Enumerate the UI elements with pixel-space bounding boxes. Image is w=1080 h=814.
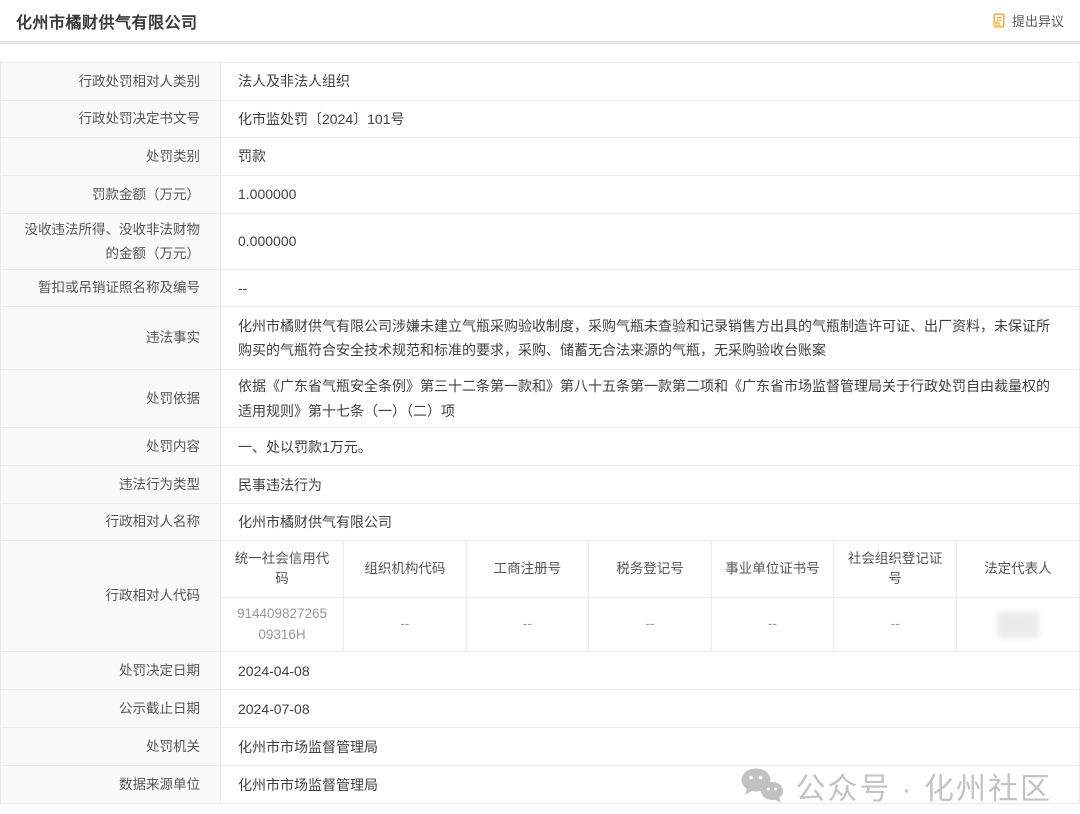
table-row: 违法行为类型 民事违法行为 (1, 466, 1079, 505)
row-value: 1.000000 (238, 186, 297, 203)
legal-representative-value (955, 596, 1079, 652)
row-value: 化州市橘财供气有限公司 (238, 514, 392, 530)
row-label: 公示截止日期 (1, 690, 221, 728)
code-value-text: -- (890, 616, 900, 632)
row-label: 数据来源单位 (1, 766, 221, 804)
row-value: 化州市市场监督管理局 (238, 776, 378, 793)
row-label: 处罚机关 (1, 728, 221, 766)
code-column-header: 社会组织登记证号 (833, 541, 957, 598)
row-label: 行政相对人代码 (1, 541, 221, 652)
row-value: 0.000000 (238, 233, 297, 250)
code-column-header: 组织机构代码 (343, 541, 467, 598)
dispute-button-label: 提出异议 (1011, 14, 1064, 29)
code-column-header: 法定代表人 (955, 541, 1079, 598)
code-column-header: 税务登记号 (588, 541, 712, 598)
entity-codes-cell: 统一社会信用代码 组织机构代码 工商注册号 税务登记号 事业单位证书号 社会组织登记证号法… (221, 541, 1079, 652)
row-value: 依据《广东省气瓶安全条例》第三十二条第一款和》第八十五条第一款第二项和《广东省市… (238, 378, 1050, 419)
entity-codes-table: 统一社会信用代码 组织机构代码 工商注册号 税务登记号 事业单位证书号 社会组织登记证号法… (221, 541, 1079, 652)
code-value: -- (465, 596, 590, 652)
code-value-text: -- (522, 616, 532, 632)
table-row: 违法事实 化州市橘财供气有限公司涉嫌未建立气瓶采购验收制度，采购气瓶未查验和记录销… (1, 307, 1079, 371)
table-row: 罚款金额（万元） 1.000000 (1, 176, 1079, 214)
row-label: 处罚内容 (1, 428, 221, 466)
row-label: 处罚依据 (1, 370, 221, 428)
penalty-info-table: 行政处罚相对人类别 法人及非法人组织 行政处罚决定书文号 化市监处罚〔2024〕101… (0, 62, 1080, 805)
table-row: 行政处罚决定书文号 化市监处罚〔2024〕101号 (1, 101, 1079, 138)
row-label: 违法行为类型 (1, 466, 221, 504)
row-value: 法人及非法人组织 (238, 73, 350, 90)
row-value: 民事违法行为 (238, 476, 322, 493)
table-row: 处罚机关 化州市市场监督管理局 (1, 728, 1079, 767)
row-value: 罚款 (238, 148, 266, 165)
code-value-text: -- (400, 616, 410, 632)
dispute-document-chat-icon (991, 13, 1007, 29)
table-row: 行政相对人代码 统一社会信用代码 组织机构代码 工商注册号 税务登记号 事业单位证书号 社会… (1, 541, 1079, 653)
table-row: 公示截止日期 2024-07-08 (1, 690, 1079, 729)
dispute-button[interactable]: 提出异议 (991, 11, 1064, 30)
row-label: 行政处罚决定书文号 (1, 101, 221, 137)
row-value: 2024-04-08 (238, 662, 310, 679)
code-column-header: 统一社会信用代码 (221, 541, 345, 598)
row-label: 行政处罚相对人类别 (1, 63, 221, 100)
row-label: 处罚决定日期 (1, 652, 221, 690)
table-row: 处罚依据 依据《广东省气瓶安全条例》第三十二条第一款和》第八十五条第一款第二项和《… (1, 370, 1079, 429)
row-value: 化市监处罚〔2024〕101号 (238, 110, 405, 127)
row-value: 化州市橘财供气有限公司涉嫌未建立气瓶采购验收制度，采购气瓶未查验和记录销售方出具… (238, 317, 1050, 359)
table-row: 没收违法所得、没收非法财物的金额（万元） 0.000000 (1, 214, 1079, 271)
page-title: 化州市橘财供气有限公司 (16, 14, 198, 32)
redacted-blur (996, 611, 1039, 638)
row-label: 没收违法所得、没收非法财物的金额（万元） (1, 214, 221, 270)
row-value: 2024-07-08 (238, 700, 310, 717)
table-row: 行政相对人名称 化州市橘财供气有限公司 (1, 504, 1079, 542)
penalty-detail-page: 化州市橘财供气有限公司 提出异议 行政处罚相对人类别 法人及非法人组织 行政处罚决定… (0, 0, 1080, 814)
code-column-header: 工商注册号 (465, 541, 590, 598)
code-value-text: -- (645, 616, 655, 632)
table-row: 行政处罚相对人类别 法人及非法人组织 (1, 63, 1079, 101)
row-label: 处罚类别 (1, 138, 221, 175)
code-value: -- (343, 596, 467, 652)
page-header: 化州市橘财供气有限公司 提出异议 (0, 0, 1080, 44)
row-label: 暂扣或吊销证照名称及编号 (1, 270, 221, 307)
row-label: 违法事实 (1, 307, 221, 370)
code-value: -- (710, 596, 835, 652)
row-value: 一、处以罚款1万元。 (238, 438, 372, 455)
table-row: 暂扣或吊销证照名称及编号 -- (1, 270, 1079, 308)
row-value: 化州市市场监督管理局 (238, 738, 378, 755)
unified-social-credit-code: 91440982726509316H (236, 606, 328, 642)
table-row: 处罚决定日期 2024-04-08 (1, 652, 1079, 691)
code-value: -- (588, 596, 712, 652)
code-value: 91440982726509316H (221, 596, 345, 652)
table-row: 数据来源单位 化州市市场监督管理局 (1, 766, 1079, 805)
code-value: -- (833, 596, 957, 652)
row-value: -- (238, 280, 248, 296)
code-value-text: -- (768, 616, 778, 632)
row-label: 罚款金额（万元） (1, 176, 221, 213)
table-row: 处罚内容 一、处以罚款1万元。 (1, 428, 1079, 467)
table-row: 处罚类别 罚款 (1, 138, 1079, 176)
code-column-header: 事业单位证书号 (710, 541, 835, 598)
row-label: 行政相对人名称 (1, 504, 221, 541)
